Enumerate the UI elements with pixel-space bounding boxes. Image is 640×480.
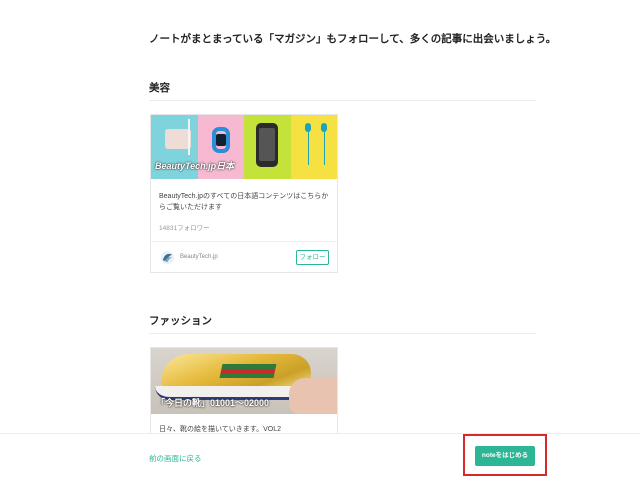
intro-text: ノートがまとまっている「マガジン」もフォローして、多くの記事に出会いましょう。 bbox=[149, 33, 557, 45]
magazine-card-fashion[interactable]: 「今日の靴」01001〜02000 日々、靴の絵を描いていきます。VOL2 bbox=[150, 347, 338, 437]
author-logo-icon bbox=[160, 250, 175, 265]
follower-count: 14831フォロワー bbox=[159, 225, 210, 232]
author-name: BeautyTech.jp bbox=[180, 254, 218, 260]
section-divider bbox=[149, 100, 536, 101]
magazine-description: BeautyTech.jpのすべての日本語コンテンツはこちらからご覧いただけます bbox=[159, 193, 329, 211]
start-note-button[interactable]: noteをはじめる bbox=[475, 446, 535, 466]
cover-caption: BeautyTech.jp日本 bbox=[155, 161, 235, 171]
follow-button[interactable]: フォロー bbox=[296, 250, 329, 265]
section-divider bbox=[149, 333, 536, 334]
magazine-card-beauty[interactable]: BeautyTech.jp日本 BeautyTech.jpのすべての日本語コンテ… bbox=[150, 114, 338, 273]
section-heading-fashion: ファッション bbox=[149, 315, 212, 327]
magazine-cover-image: BeautyTech.jp日本 bbox=[151, 115, 337, 179]
cover-caption: 「今日の靴」01001〜02000 bbox=[156, 398, 270, 408]
magazine-cover-image: 「今日の靴」01001〜02000 bbox=[151, 348, 337, 414]
back-link[interactable]: 前の画面に戻る bbox=[149, 453, 202, 464]
section-heading-beauty: 美容 bbox=[149, 82, 170, 94]
magazine-description: 日々、靴の絵を描いていきます。VOL2 bbox=[159, 426, 281, 433]
